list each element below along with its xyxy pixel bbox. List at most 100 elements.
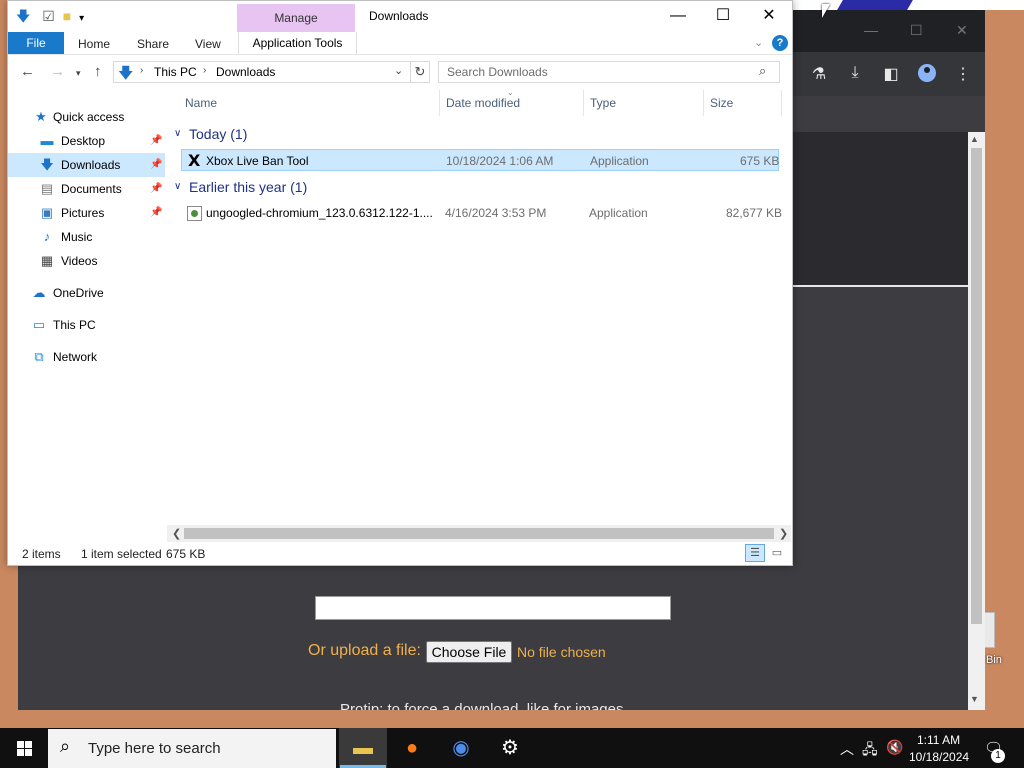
chromium-taskbar-icon[interactable]: ◉: [437, 728, 485, 768]
settings-taskbar-icon[interactable]: ⚙: [486, 728, 534, 768]
address-dropdown-icon[interactable]: ⌄: [394, 64, 403, 77]
scroll-up-icon[interactable]: ▲: [970, 134, 979, 144]
tab-share[interactable]: Share: [137, 37, 169, 51]
upload-label: Or upload a file:: [308, 642, 421, 659]
cloud-icon: ☁: [32, 285, 46, 300]
browser-minimize-button[interactable]: —: [864, 22, 878, 38]
profile-avatar-icon[interactable]: [918, 64, 936, 82]
nav-item-network[interactable]: ⧉ Network: [8, 345, 165, 369]
recent-locations-icon[interactable]: ▾: [76, 68, 81, 79]
more-menu-icon[interactable]: ⋮: [952, 64, 974, 84]
group-header-today[interactable]: Today (1): [189, 126, 247, 142]
nav-label: Pictures: [61, 206, 105, 220]
properties-icon[interactable]: ☑: [42, 8, 55, 24]
forward-arrow-icon[interactable]: →: [50, 63, 65, 80]
file-row[interactable]: ungoogled-chromium_123.0.6312.122-1.... …: [181, 202, 782, 224]
nav-item-downloads[interactable]: 🡇 Downloads 📌: [8, 153, 165, 177]
help-icon[interactable]: ?: [772, 35, 788, 51]
new-folder-icon[interactable]: ■: [63, 8, 71, 24]
tab-file[interactable]: File: [8, 32, 64, 54]
close-button[interactable]: ✕: [746, 4, 792, 28]
pictures-icon: ▣: [40, 205, 54, 220]
nav-item-music[interactable]: ♪ Music: [8, 225, 165, 249]
tab-home[interactable]: Home: [78, 37, 110, 51]
recycle-bin-label[interactable]: Bin: [986, 654, 1002, 666]
clock-time[interactable]: 1:11 AM: [917, 733, 960, 747]
firefox-taskbar-icon[interactable]: ●: [388, 728, 436, 768]
nav-item-desktop[interactable]: ▬ Desktop 📌: [8, 129, 165, 153]
details-view-icon[interactable]: ☰: [745, 544, 765, 562]
nav-item-this-pc[interactable]: ▭ This PC: [8, 313, 165, 337]
horizontal-scroll-thumb[interactable]: [184, 528, 774, 539]
side-panel-icon[interactable]: ◧: [880, 64, 902, 84]
download-icon[interactable]: ⤓: [844, 64, 866, 82]
pin-icon[interactable]: 📌: [150, 153, 162, 177]
windows-logo-icon[interactable]: [17, 741, 32, 756]
chevron-right-icon[interactable]: ›: [203, 65, 206, 76]
up-arrow-icon[interactable]: ↑: [94, 63, 102, 80]
window-title: Downloads: [369, 9, 429, 23]
file-explorer-taskbar-icon[interactable]: ▬: [339, 728, 387, 768]
nav-item-documents[interactable]: ▤ Documents 📌: [8, 177, 165, 201]
large-icons-view-icon[interactable]: ▭: [767, 544, 787, 562]
column-header-date[interactable]: Date modified: [446, 96, 520, 110]
refresh-icon[interactable]: ↻: [411, 61, 430, 83]
breadcrumb-downloads[interactable]: Downloads: [216, 65, 275, 79]
star-icon: ★: [35, 109, 47, 124]
search-icon[interactable]: ⌕: [759, 63, 766, 79]
tab-application-tools[interactable]: Application Tools: [238, 32, 357, 54]
installer-icon: [187, 206, 202, 221]
column-divider[interactable]: [703, 90, 704, 116]
pin-icon[interactable]: 📌: [150, 177, 162, 201]
nav-item-quick-access[interactable]: ★ Quick access: [8, 105, 165, 129]
file-name: ungoogled-chromium_123.0.6312.122-1....: [206, 206, 433, 220]
chevron-down-icon[interactable]: ∨: [174, 181, 181, 192]
minimize-button[interactable]: —: [655, 4, 701, 28]
download-folder-icon[interactable]: 🡇: [16, 8, 30, 24]
back-arrow-icon[interactable]: ←: [20, 63, 35, 80]
customize-qat-icon[interactable]: ▾: [79, 13, 84, 24]
nav-label: Quick access: [53, 110, 125, 124]
search-placeholder: Search Downloads: [447, 65, 548, 79]
file-date: 10/18/2024 1:06 AM: [446, 154, 554, 168]
group-header-earlier[interactable]: Earlier this year (1): [189, 179, 307, 195]
scroll-down-icon[interactable]: ▼: [970, 694, 979, 704]
column-header-size[interactable]: Size: [710, 96, 733, 110]
paste-textarea[interactable]: [315, 596, 671, 620]
column-header-type[interactable]: Type: [590, 96, 616, 110]
taskbar-search-placeholder: Type here to search: [88, 740, 221, 757]
browser-page-divider: [793, 285, 968, 287]
flask-icon[interactable]: ⚗: [808, 64, 830, 84]
manage-context-tab[interactable]: Manage: [237, 4, 355, 32]
column-header-name[interactable]: Name: [185, 96, 217, 110]
nav-item-videos[interactable]: ▦ Videos: [8, 249, 165, 273]
scroll-left-icon[interactable]: ❮: [172, 527, 181, 540]
pin-icon[interactable]: 📌: [150, 129, 162, 153]
network-tray-icon[interactable]: 🖧: [862, 739, 878, 763]
pin-icon[interactable]: 📌: [150, 201, 162, 225]
column-divider[interactable]: [781, 90, 782, 116]
maximize-button[interactable]: ☐: [700, 4, 746, 28]
network-icon: ⧉: [34, 349, 44, 364]
volume-muted-icon[interactable]: 🔇: [886, 739, 903, 756]
column-divider[interactable]: [439, 90, 440, 116]
choose-file-button[interactable]: Choose File: [426, 641, 512, 663]
column-divider[interactable]: [583, 90, 584, 116]
chevron-down-icon[interactable]: ∨: [174, 128, 181, 139]
chevron-right-icon[interactable]: ›: [140, 65, 143, 76]
documents-icon: ▤: [40, 181, 54, 196]
clock-date[interactable]: 10/18/2024: [909, 750, 969, 764]
file-row[interactable]: X Xbox Live Ban Tool 10/18/2024 1:06 AM …: [181, 149, 779, 171]
browser-scroll-thumb[interactable]: [971, 148, 982, 624]
browser-close-button[interactable]: ✕: [956, 22, 968, 39]
tab-view[interactable]: View: [195, 37, 221, 51]
breadcrumb-this-pc[interactable]: This PC: [154, 65, 197, 79]
nav-item-onedrive[interactable]: ☁ OneDrive: [8, 281, 165, 305]
browser-maximize-button[interactable]: ☐: [910, 22, 923, 39]
chevron-up-icon[interactable]: ︿: [840, 739, 854, 759]
search-icon: ⌕: [60, 736, 71, 756]
chevron-down-icon[interactable]: ⌄: [754, 36, 763, 49]
recycle-bin-icon[interactable]: [984, 612, 995, 648]
scroll-right-icon[interactable]: ❯: [779, 527, 788, 540]
nav-item-pictures[interactable]: ▣ Pictures 📌: [8, 201, 165, 225]
